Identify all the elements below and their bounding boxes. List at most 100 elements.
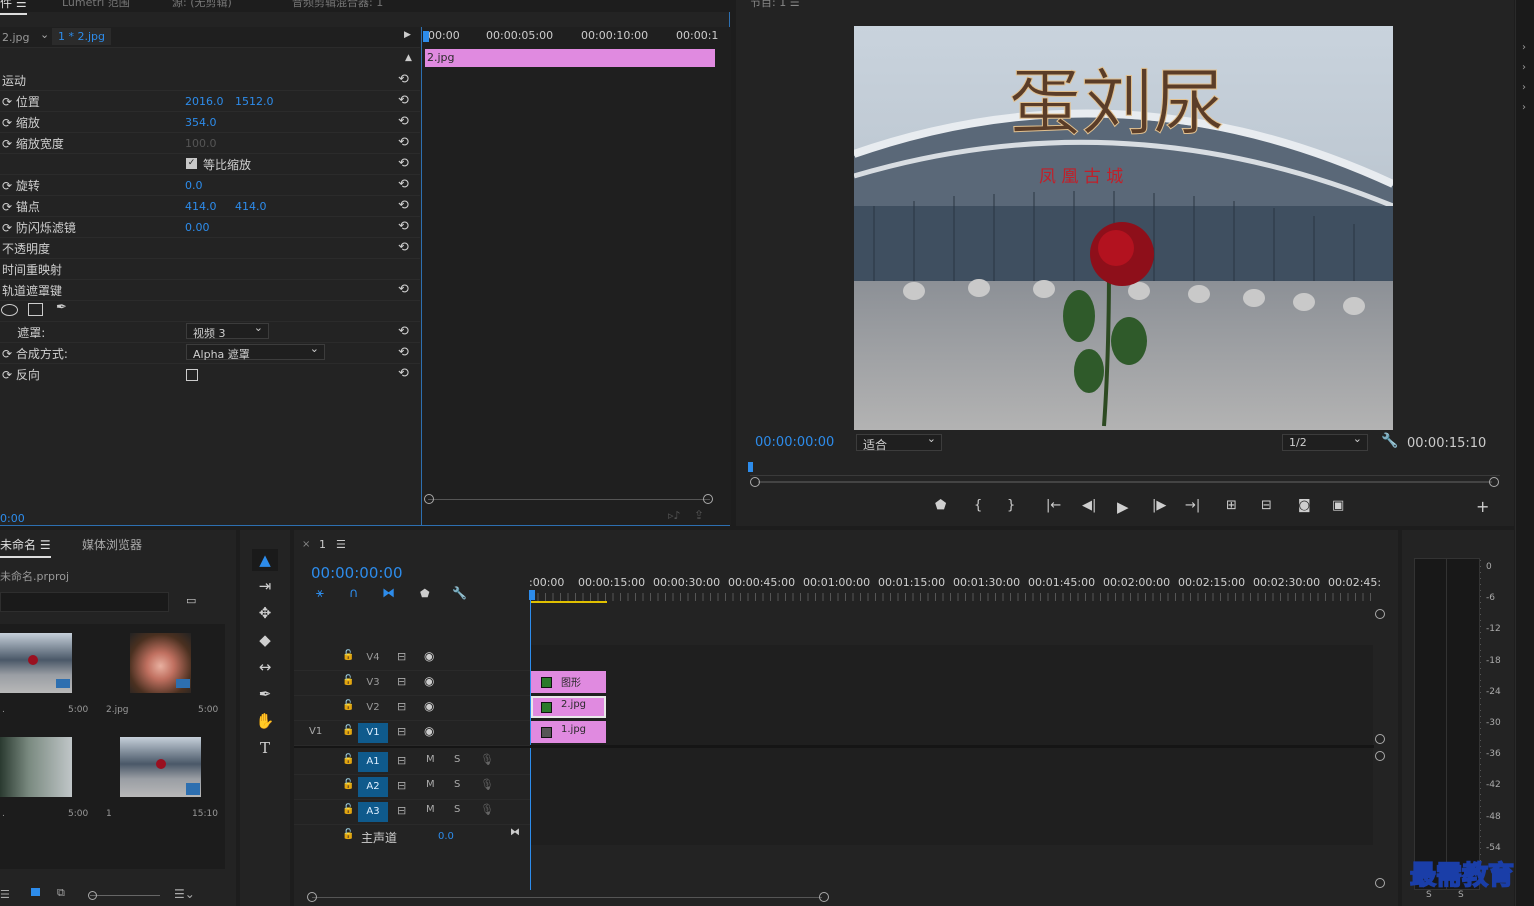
time-remap-row[interactable]: 时间重映射 [0,258,420,280]
audio-scroll-handle-bottom[interactable] [1375,878,1385,888]
resolution-dropdown[interactable]: 1/2 [1282,432,1368,451]
pen-mask-icon[interactable]: ✒ [56,300,67,315]
linked-selection-icon[interactable]: ⧓ [382,586,395,601]
sync-lock-icon[interactable]: ⊟ [397,675,406,688]
track-label-v1[interactable]: V1 [358,723,388,743]
microphone-icon[interactable]: 🎙 [480,753,494,766]
master-volume-value[interactable]: 0.0 [438,831,454,842]
program-playhead[interactable] [748,462,753,472]
sync-lock-icon[interactable]: ⊟ [397,804,406,817]
icon-view-icon[interactable] [31,888,40,896]
video-scroll-handle-top[interactable] [1375,609,1385,619]
mute-button[interactable]: M [426,804,435,815]
eye-icon[interactable]: ◉ [424,649,434,663]
lock-icon[interactable]: 🔓 [342,700,354,711]
track-label-v4[interactable]: V4 [358,648,388,668]
chevron-right-icon[interactable]: › [1522,102,1526,113]
ec-timecode[interactable]: 0:00 [0,512,25,525]
type-tool[interactable]: T [252,737,278,759]
pen-tool[interactable]: ✒ [252,683,278,705]
lock-icon[interactable]: 🔓 [342,829,354,840]
timeline-h-scrollbar[interactable] [312,897,822,898]
solo-button[interactable]: S [454,754,460,765]
wrench-icon[interactable]: 🔧 [1381,433,1398,449]
lock-icon[interactable]: 🔓 [342,754,354,765]
composite-dropdown[interactable]: Alpha 遮罩 [186,342,325,361]
lift-button[interactable]: ⊞ [1226,498,1237,513]
sync-lock-icon[interactable]: ⊟ [397,700,406,713]
tab-lumetri-scopes[interactable]: Lumetri 范围 [62,0,130,10]
play-arrow-icon[interactable]: ▶ [404,30,411,40]
extract-button[interactable]: ⊟ [1261,498,1272,513]
solo-button[interactable]: S [454,804,460,815]
tab-audio-clip-mixer[interactable]: 音频剪辑混合器: 1 [292,0,383,10]
matte-dropdown[interactable]: 视频 3 [186,321,269,340]
list-view-icon[interactable]: ☰ [0,888,10,901]
mark-in-button[interactable]: { [974,498,982,513]
program-monitor-title[interactable]: 节目: 1 ☰ [750,0,800,10]
ec-clip-bar[interactable]: 2.jpg [425,49,715,67]
hand-tool[interactable]: ✋ [252,710,278,732]
track-label-v2[interactable]: V2 [358,698,388,718]
track-select-tool[interactable]: ⇥ [252,575,278,597]
rotation-value[interactable]: 0.0 [185,179,203,192]
slip-tool[interactable]: ↔ [252,656,278,678]
motion-row[interactable]: 运动 ⟲ [0,69,420,91]
solo-button[interactable]: S [454,779,460,790]
go-to-in-button[interactable]: |← [1046,498,1061,513]
clip-2jpg[interactable]: 2.jpg [531,696,606,718]
new-bin-icon[interactable]: ▭ [186,594,196,607]
play-button[interactable]: ▶ [1117,498,1129,516]
uniform-scale-checkbox[interactable]: ✓ [186,158,197,169]
scale-value[interactable]: 354.0 [185,116,217,129]
zoom-handle-right[interactable] [1489,477,1499,487]
reset-icon[interactable]: ⟲ [398,282,409,297]
fit-dropdown[interactable]: 适合 [856,432,942,452]
eye-icon[interactable]: ◉ [424,724,434,738]
lock-icon[interactable]: 🔓 [342,650,354,661]
ripple-edit-tool[interactable]: ✥ [252,602,278,624]
close-icon[interactable]: × [302,539,310,550]
clip-graphic[interactable]: 图形 [531,671,606,693]
timeline-ruler[interactable] [530,593,1374,601]
lock-icon[interactable]: 🔓 [342,804,354,815]
work-area-bar[interactable] [531,601,607,603]
comparison-view-button[interactable]: ▣ [1332,498,1344,513]
microphone-icon[interactable]: 🎙 [480,803,494,816]
tab-project[interactable]: 未命名 ☰ [0,536,51,558]
scroll-handle-right[interactable] [703,494,713,504]
tab-media-browser[interactable]: 媒体浏览器 [82,536,142,553]
sync-lock-icon[interactable]: ⊟ [397,650,406,663]
menu-icon[interactable]: ☰ [336,538,346,551]
eye-icon[interactable]: ◉ [424,674,434,688]
opacity-row[interactable]: 不透明度 ⟲ [0,237,420,259]
reset-icon[interactable]: ⟲ [398,177,409,192]
chevron-right-icon[interactable]: › [1522,82,1526,93]
mute-button[interactable]: M [426,779,435,790]
reset-icon[interactable]: ⟲ [398,219,409,234]
lock-icon[interactable]: 🔓 [342,725,354,736]
anchor-x-value[interactable]: 414.0 [185,200,217,213]
sequence-clip-selector[interactable]: 1 * 2.jpg [52,28,112,45]
h-scroll-handle-right[interactable] [819,892,829,902]
project-search-input[interactable] [0,592,169,612]
track-label-a3[interactable]: A3 [358,802,388,822]
anti-flicker-value[interactable]: 0.00 [185,221,210,234]
add-marker-button[interactable]: ⬟ [935,498,946,513]
filter-icon[interactable]: ▹♪ [668,509,681,522]
reset-icon[interactable]: ⟲ [398,114,409,129]
chevron-right-icon[interactable]: › [1522,62,1526,73]
reverse-checkbox[interactable] [186,369,198,381]
wrench-icon[interactable]: 🔧 [452,586,467,600]
sync-lock-icon[interactable]: ⊟ [397,725,406,738]
eye-icon[interactable]: ◉ [424,699,434,713]
sequence-timecode[interactable]: 00:00:00:00 [311,564,403,582]
zoom-slider-handle[interactable] [88,891,97,900]
ec-playhead[interactable] [423,31,429,42]
program-timecode[interactable]: 00:00:00:00 [755,435,834,450]
lock-icon[interactable]: 🔓 [342,675,354,686]
magnet-icon[interactable]: ∩ [349,586,359,601]
program-frame[interactable]: 凤 凰 古 城 蛋刘尿 [854,26,1393,430]
add-marker-icon[interactable]: ⬟ [420,587,430,600]
h-scroll-handle-left[interactable] [307,892,317,902]
